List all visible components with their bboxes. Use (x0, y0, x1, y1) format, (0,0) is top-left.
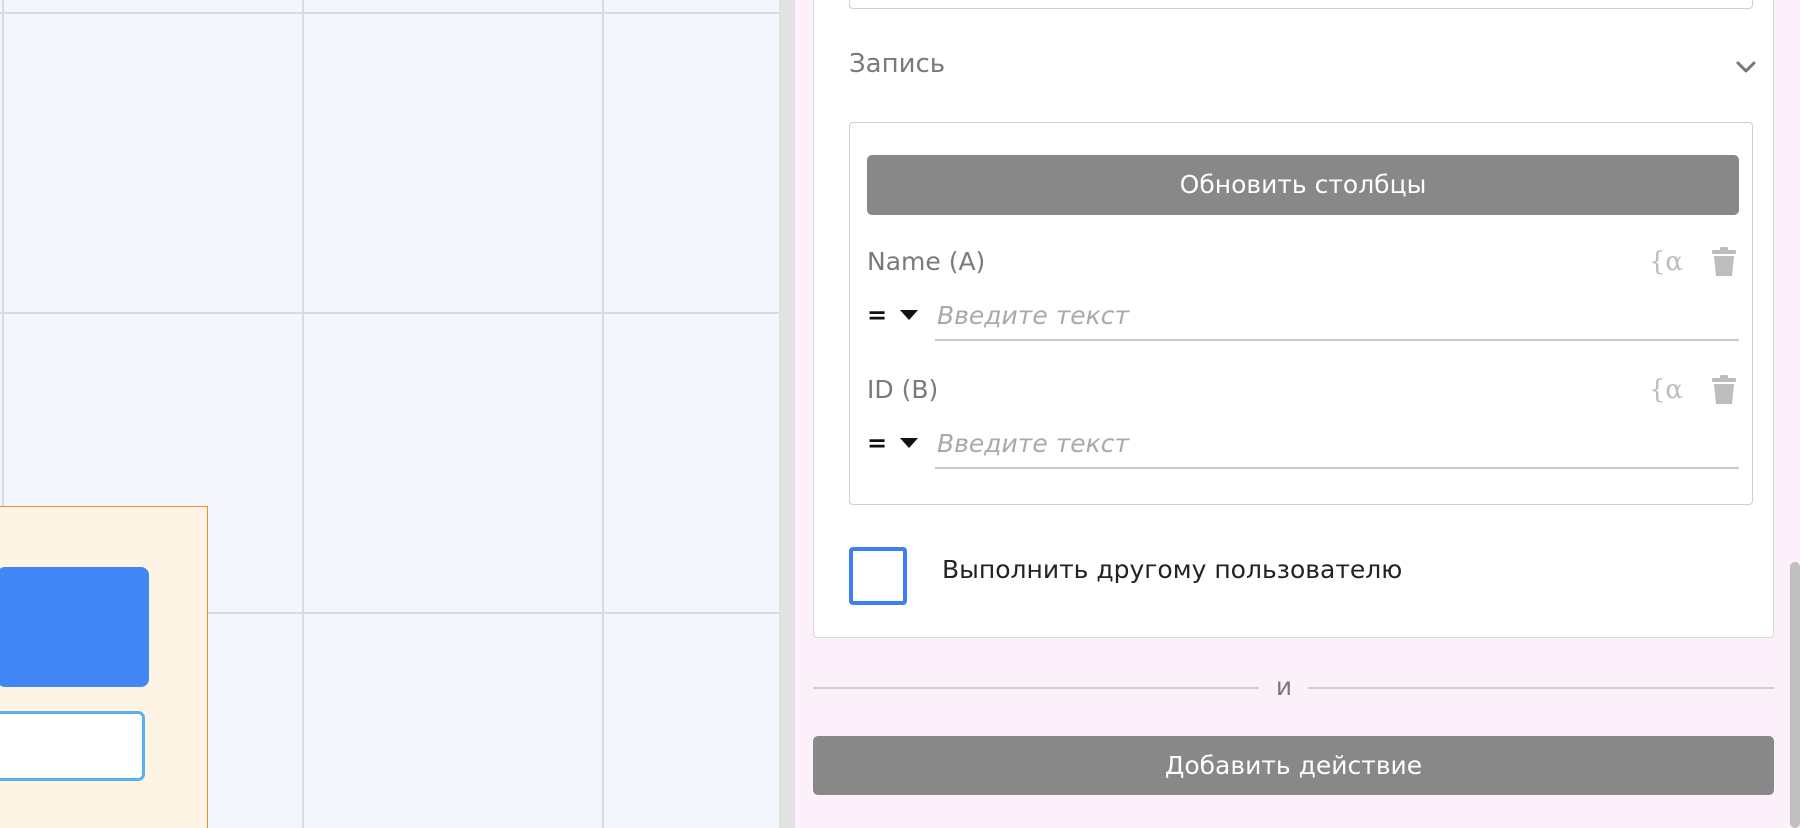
canvas-widget[interactable] (0, 506, 208, 828)
widget-button-element[interactable] (0, 567, 149, 687)
field-label: Name (A) (867, 247, 986, 276)
record-fields-box: Обновить столбцы Name (A) {α = Введите т… (849, 122, 1753, 505)
variable-icon[interactable]: {α (1649, 375, 1683, 405)
action-card: Запись Обновить столбцы Name (A) {α = Вв… (813, 0, 1774, 638)
variable-icon[interactable]: {α (1649, 247, 1683, 277)
canvas-separator (779, 0, 795, 828)
chevron-down-icon[interactable] (1734, 55, 1758, 79)
run-as-other-user-checkbox[interactable] (849, 547, 907, 605)
caret-down-icon[interactable] (899, 435, 919, 451)
divider-line (1308, 687, 1774, 689)
operator-label: = (867, 429, 888, 457)
trash-icon[interactable] (1711, 375, 1737, 405)
trash-icon[interactable] (1711, 247, 1737, 277)
record-field: ID (B) {α = (867, 375, 1739, 485)
previous-field-box (849, 0, 1753, 9)
app-root: Запись Обновить столбцы Name (A) {α = Вв… (0, 0, 1800, 828)
operator-label: = (867, 301, 888, 329)
record-section-title: Запись (849, 49, 946, 79)
widget-input-element[interactable] (0, 711, 145, 781)
field-label: ID (B) (867, 375, 939, 404)
run-as-other-user-label: Выполнить другому пользователю (942, 555, 1403, 584)
update-columns-button[interactable]: Обновить столбцы (867, 155, 1739, 215)
field-value-input[interactable] (935, 291, 1739, 341)
field-value-input[interactable] (935, 419, 1739, 469)
add-action-button[interactable]: Добавить действие (813, 736, 1774, 795)
record-field: Name (A) {α = (867, 247, 1739, 357)
divider-line (813, 687, 1259, 689)
caret-down-icon[interactable] (899, 307, 919, 323)
divider-text: и (1275, 672, 1293, 701)
scrollbar-thumb[interactable] (1790, 562, 1800, 828)
canvas-grid[interactable] (0, 0, 780, 828)
settings-panel: Запись Обновить столбцы Name (A) {α = Вв… (795, 0, 1800, 828)
